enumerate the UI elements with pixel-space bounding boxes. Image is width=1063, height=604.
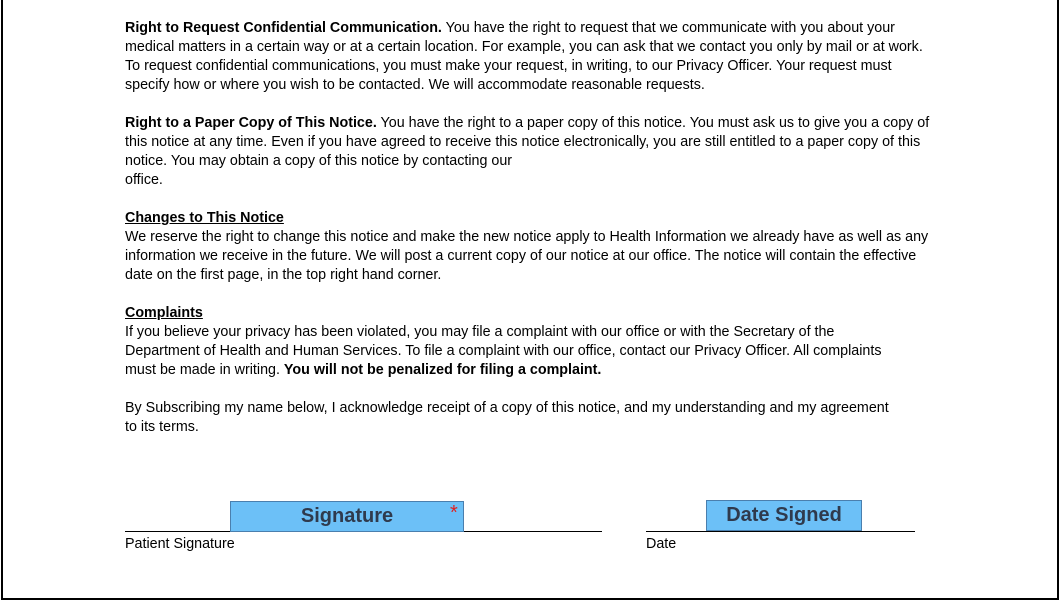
date-signed-field-label: Date Signed <box>726 504 842 526</box>
changes-paragraph: Changes to This Notice We reserve the rig… <box>125 209 937 285</box>
confidential-communication-paragraph: Right to Request Confidential Communicat… <box>125 19 937 95</box>
paper-copy-paragraph: Right to a Paper Copy of This Notice. Yo… <box>125 114 940 190</box>
notice-content: Right to Request Confidential Communicat… <box>125 19 945 456</box>
complaints-bold-tail: You will not be penalized for filing a c… <box>283 362 602 378</box>
confidential-communication-heading: Right to Request Confidential Communicat… <box>125 20 442 36</box>
paper-copy-heading: Right to a Paper Copy of This Notice. <box>125 115 377 131</box>
changes-heading: Changes to This Notice <box>125 210 284 226</box>
signature-field[interactable]: Signature <box>230 501 464 532</box>
complaints-paragraph: Complaints If you believe your privacy ha… <box>125 304 910 380</box>
date-signed-field[interactable]: Date Signed <box>706 500 862 531</box>
paper-copy-body-tail: office. <box>125 172 163 188</box>
acknowledgement-paragraph: By Subscribing my name below, I acknowle… <box>125 399 895 437</box>
changes-body: We reserve the right to change this noti… <box>125 229 929 283</box>
signature-field-label: Signature <box>300 505 394 527</box>
acknowledgement-body: By Subscribing my name below, I acknowle… <box>125 400 889 435</box>
complaints-heading: Complaints <box>125 305 203 321</box>
